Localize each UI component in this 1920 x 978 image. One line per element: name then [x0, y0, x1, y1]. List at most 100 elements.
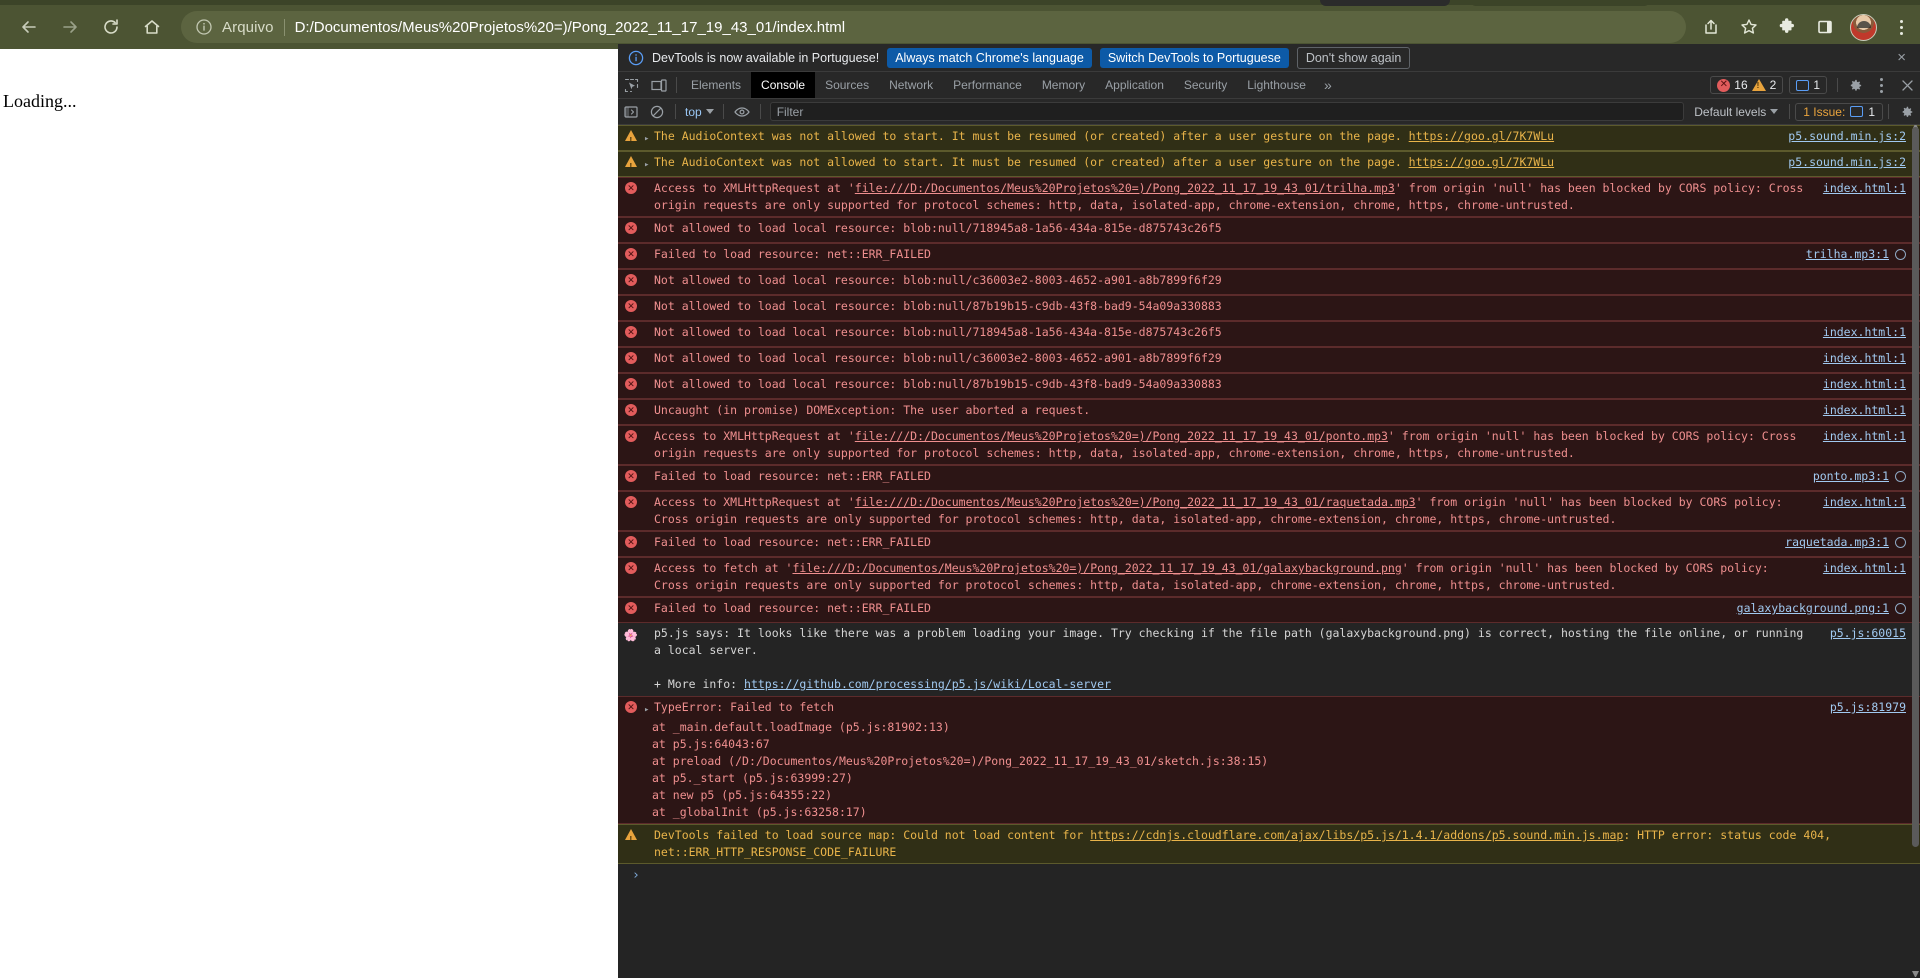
home-button[interactable]	[136, 10, 169, 44]
dont-show-again-button[interactable]: Don't show again	[1296, 46, 1411, 69]
console-message[interactable]: ✕▸Uncaught (in promise) DOMException: Th…	[618, 399, 1920, 425]
side-panel-button[interactable]	[1809, 11, 1841, 43]
more-tabs-button[interactable]: »	[1316, 72, 1340, 98]
expand-arrow-icon[interactable]: ▸	[644, 699, 654, 719]
source-link[interactable]: p5.sound.min.js:2	[1788, 155, 1906, 169]
source-link[interactable]: index.html:1	[1823, 403, 1906, 417]
source-link[interactable]: ponto.mp3:1	[1813, 469, 1889, 483]
log-levels-selector[interactable]: Default levels	[1688, 105, 1784, 119]
console-scrollbar[interactable]	[1911, 125, 1920, 978]
console-message[interactable]: ✕▸Failed to load resource: net::ERR_FAIL…	[618, 465, 1920, 491]
source-link[interactable]: index.html:1	[1823, 377, 1906, 391]
source-link[interactable]: p5.js:60015	[1830, 626, 1906, 640]
device-toolbar-button[interactable]	[645, 72, 672, 98]
request-context-icon[interactable]	[1895, 471, 1906, 482]
tab-lighthouse[interactable]: Lighthouse	[1237, 72, 1316, 98]
resource-url-link[interactable]: file:///D:/Documentos/Meus%20Projetos%20…	[855, 181, 1395, 195]
console-message[interactable]: ✕▸Not allowed to load local resource: bl…	[618, 347, 1920, 373]
console-message[interactable]: ▸The AudioContext was not allowed to sta…	[618, 125, 1920, 151]
source-link[interactable]: index.html:1	[1823, 561, 1906, 575]
source-link[interactable]: p5.sound.min.js:2	[1788, 129, 1906, 143]
console-message[interactable]: ✕▸Not allowed to load local resource: bl…	[618, 269, 1920, 295]
info-counter[interactable]: 1	[1789, 76, 1827, 94]
resource-url-link[interactable]: file:///D:/Documentos/Meus%20Projetos%20…	[855, 495, 1416, 509]
profile-button[interactable]	[1847, 11, 1879, 43]
tab-elements[interactable]: Elements	[681, 72, 751, 98]
console-message[interactable]: ✕▸Access to XMLHttpRequest at 'file:///D…	[618, 491, 1920, 531]
source-link[interactable]: raquetada.mp3:1	[1785, 535, 1889, 549]
console-message[interactable]: ✕▸Failed to load resource: net::ERR_FAIL…	[618, 243, 1920, 269]
extensions-button[interactable]	[1771, 11, 1803, 43]
devtools-more-options-button[interactable]	[1868, 72, 1894, 98]
console-message[interactable]: ✕▸Not allowed to load local resource: bl…	[618, 217, 1920, 243]
live-expression-button[interactable]	[729, 99, 755, 125]
console-message-p5-hint[interactable]: 🌸 ▸ p5.js says: It looks like there was …	[618, 623, 1920, 696]
console-message[interactable]: ✕▸Failed to load resource: net::ERR_FAIL…	[618, 531, 1920, 557]
resource-url-link[interactable]: file:///D:/Documentos/Meus%20Projetos%20…	[855, 429, 1388, 443]
chrome-menu-button[interactable]	[1885, 11, 1917, 43]
console-message-list[interactable]: ▸The AudioContext was not allowed to sta…	[618, 125, 1920, 978]
share-button[interactable]	[1695, 11, 1727, 43]
external-link[interactable]: https://goo.gl/7K7WLu	[1409, 129, 1554, 143]
error-warning-counter[interactable]: ✕ 16 2	[1710, 76, 1784, 94]
tab-performance[interactable]: Performance	[943, 72, 1032, 98]
inspect-element-button[interactable]	[618, 72, 645, 98]
execution-context-selector[interactable]: top	[681, 105, 718, 119]
forward-button[interactable]	[53, 10, 86, 44]
devtools-settings-button[interactable]	[1842, 72, 1868, 98]
expand-arrow-icon[interactable]: ▸	[644, 154, 654, 174]
console-message[interactable]: ✕▸Not allowed to load local resource: bl…	[618, 373, 1920, 399]
source-link[interactable]: galaxybackground.png:1	[1737, 601, 1889, 615]
console-message[interactable]: ✕▸Access to XMLHttpRequest at 'file:///D…	[618, 425, 1920, 465]
source-link[interactable]: trilha.mp3:1	[1806, 247, 1889, 261]
console-filter-input[interactable]: Filter	[769, 102, 1685, 121]
source-link[interactable]: index.html:1	[1823, 429, 1906, 443]
p5-more-info-link[interactable]: https://github.com/processing/p5.js/wiki…	[744, 677, 1111, 691]
source-link[interactable]: p5.js:81979	[1830, 700, 1906, 714]
always-match-language-button[interactable]: Always match Chrome's language	[887, 47, 1092, 68]
console-message[interactable]: ✕▸Not allowed to load local resource: bl…	[618, 295, 1920, 321]
stack-frame-link[interactable]: p5.js:81902:13	[846, 720, 943, 734]
console-message[interactable]: ▸The AudioContext was not allowed to sta…	[618, 151, 1920, 177]
expand-arrow-icon[interactable]: ▸	[644, 128, 654, 148]
back-button[interactable]	[12, 10, 45, 44]
stack-frame-link[interactable]: p5.js:64355:22	[728, 788, 825, 802]
stack-frame-link[interactable]: p5.js:63258:17	[763, 805, 860, 819]
address-bar[interactable]: Arquivo D:/Documentos/Meus%20Projetos%20…	[181, 11, 1686, 43]
tab-console[interactable]: Console	[751, 72, 816, 98]
tab-sources[interactable]: Sources	[815, 72, 879, 98]
console-settings-button[interactable]	[1894, 99, 1920, 125]
stack-frame-link[interactable]: p5.js:64043:67	[673, 737, 770, 751]
console-prompt[interactable]: ›	[618, 864, 1920, 887]
clear-console-button[interactable]	[644, 99, 670, 125]
stack-frame-link[interactable]: /D:/Documentos/Meus%20Projetos%20=)/Pong…	[735, 754, 1240, 768]
issues-indicator[interactable]: 1 Issue: 1	[1795, 102, 1883, 121]
console-message-sourcemap-warning[interactable]: ▸ DevTools failed to load source map: Co…	[618, 824, 1920, 864]
reload-button[interactable]	[95, 10, 128, 44]
scroll-thumb[interactable]	[1912, 127, 1919, 847]
request-context-icon[interactable]	[1895, 249, 1906, 260]
source-link[interactable]: index.html:1	[1823, 181, 1906, 195]
source-link[interactable]: index.html:1	[1823, 351, 1906, 365]
request-context-icon[interactable]	[1895, 537, 1906, 548]
console-message[interactable]: ✕▸Failed to load resource: net::ERR_FAIL…	[618, 597, 1920, 623]
request-context-icon[interactable]	[1895, 603, 1906, 614]
stack-frame-link[interactable]: p5.js:63999:27	[749, 771, 846, 785]
console-message[interactable]: ✕▸Not allowed to load local resource: bl…	[618, 321, 1920, 347]
console-sidebar-toggle[interactable]	[618, 99, 644, 125]
tab-application[interactable]: Application	[1095, 72, 1174, 98]
devtools-close-button[interactable]	[1894, 72, 1920, 98]
tab-network[interactable]: Network	[879, 72, 943, 98]
console-message[interactable]: ✕▸Access to XMLHttpRequest at 'file:///D…	[618, 177, 1920, 217]
bookmark-button[interactable]	[1733, 11, 1765, 43]
tab-security[interactable]: Security	[1174, 72, 1237, 98]
switch-devtools-language-button[interactable]: Switch DevTools to Portuguese	[1099, 47, 1289, 68]
console-message[interactable]: ✕▸Access to fetch at 'file:///D:/Documen…	[618, 557, 1920, 597]
tab-memory[interactable]: Memory	[1032, 72, 1095, 98]
notification-close-icon[interactable]: ×	[1893, 49, 1910, 66]
resource-url-link[interactable]: file:///D:/Documentos/Meus%20Projetos%20…	[792, 561, 1401, 575]
source-link[interactable]: index.html:1	[1823, 495, 1906, 509]
console-message-typeerror[interactable]: ✕ ▸ TypeError: Failed to fetch p5.js:819…	[618, 696, 1920, 824]
external-link[interactable]: https://goo.gl/7K7WLu	[1409, 155, 1554, 169]
source-link[interactable]: index.html:1	[1823, 325, 1906, 339]
